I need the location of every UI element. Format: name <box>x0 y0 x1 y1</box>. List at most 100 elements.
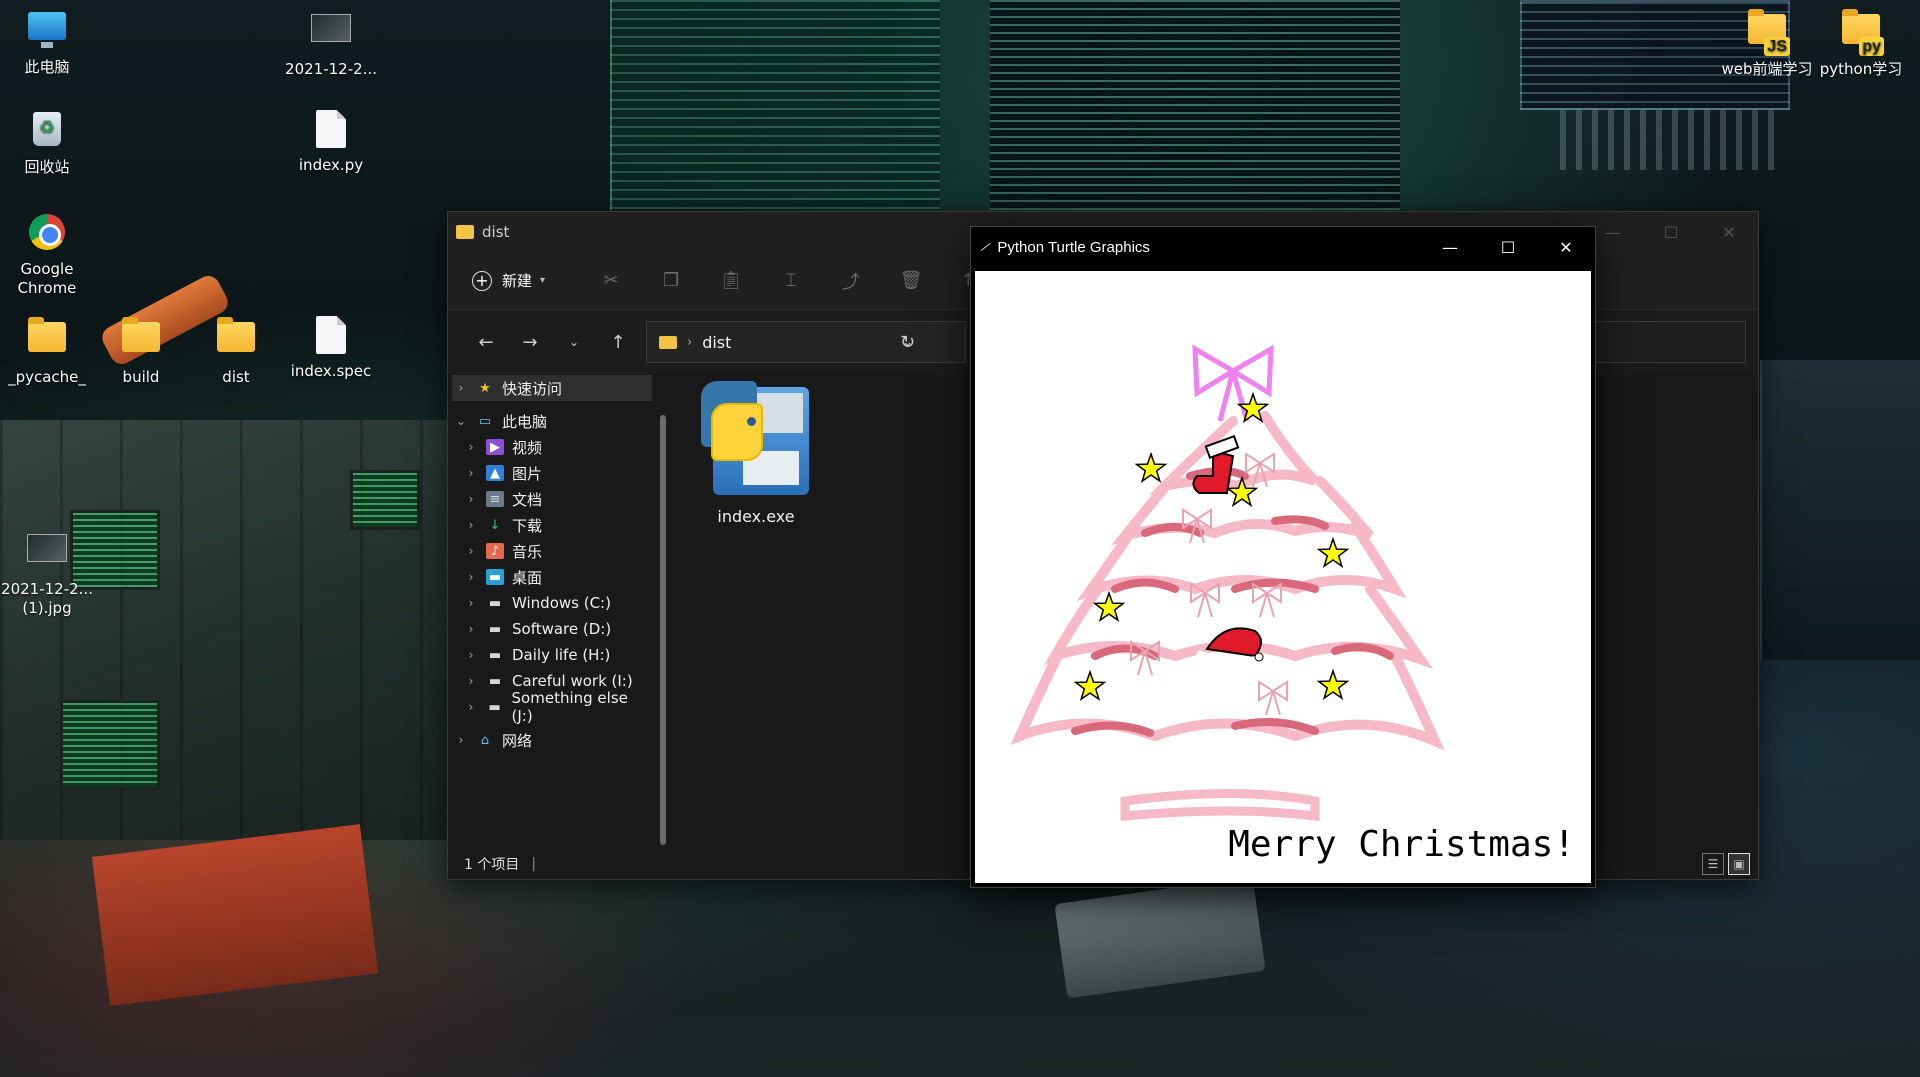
chevron-right-icon[interactable]: › <box>452 733 470 747</box>
file-item-index-exe[interactable]: index.exe <box>698 381 814 526</box>
desktop-icon-index-spec[interactable]: index.spec <box>284 316 378 381</box>
tree-item-label: 网络 <box>502 731 533 750</box>
close-icon[interactable]: ✕ <box>1537 227 1595 267</box>
address-bar[interactable]: › dist ⌄ <box>646 321 966 363</box>
desktop-icon-dist[interactable]: dist <box>189 316 283 387</box>
download-icon: ↓ <box>489 517 501 533</box>
python-exe-icon <box>701 381 811 499</box>
chevron-right-icon[interactable]: › <box>452 381 470 395</box>
tree-item-label: 音乐 <box>512 542 543 561</box>
tree-item[interactable]: › ▬ Software (D:) <box>462 616 652 642</box>
chevron-down-icon: ▾ <box>540 275 546 286</box>
navigation-scrollbar[interactable] <box>660 415 666 845</box>
desktop-icon-screenshot-jpg[interactable]: 2021-12-2... (1).jpg <box>0 528 94 618</box>
python-file-icon <box>310 110 352 150</box>
document-icon: ≡ <box>486 491 504 507</box>
share-icon[interactable]: ⤴ <box>821 268 881 294</box>
refresh-icon[interactable]: ↻ <box>900 332 915 353</box>
chevron-right-icon[interactable]: › <box>462 466 480 480</box>
image-icon <box>310 14 352 54</box>
tree-item-label: 快速访问 <box>502 379 563 398</box>
close-icon[interactable]: ✕ <box>1700 212 1758 252</box>
desktop-icon-recycle-bin[interactable]: 回收站 <box>0 110 94 177</box>
desktop-icon-label: index.py <box>298 156 364 174</box>
desktop-icon-label: python学习 <box>1819 60 1903 78</box>
minimize-icon[interactable]: — <box>1421 227 1479 267</box>
breadcrumb-dist[interactable]: dist <box>702 333 731 352</box>
maximize-icon[interactable]: ☐ <box>1479 227 1537 267</box>
computer-icon <box>26 12 68 52</box>
computer-icon: ▭ <box>478 413 492 429</box>
chevron-right-icon[interactable]: › <box>462 622 480 636</box>
tree-item[interactable]: › ▬ Something else (J:) <box>462 689 652 725</box>
recent-chevron-icon[interactable]: ⌄ <box>552 335 596 349</box>
chevron-right-icon[interactable]: › <box>462 570 480 584</box>
star-ornament <box>1092 590 1126 622</box>
tree-item-label: 文档 <box>512 490 543 509</box>
tree-shadow <box>1071 721 1154 737</box>
chevron-right-icon[interactable]: › <box>462 492 480 506</box>
wallpaper-keyboard <box>1560 110 1780 170</box>
folder-icon <box>456 225 474 239</box>
tree-item[interactable]: › ↓ 下载 <box>462 512 652 538</box>
drive-icon: ▬ <box>488 647 502 663</box>
forward-arrow-icon[interactable]: → <box>508 332 552 353</box>
desktop-icon-chrome[interactable]: Google Chrome <box>0 212 94 298</box>
chevron-right-icon[interactable]: › <box>462 518 480 532</box>
tree-item[interactable]: › ★ 快速访问 <box>452 375 652 401</box>
desktop-icon: ▬ <box>486 569 504 585</box>
folder-icon <box>215 317 257 362</box>
desktop-icon-label: web前端学习 <box>1721 60 1813 78</box>
chevron-right-icon[interactable]: › <box>462 700 480 714</box>
drive-icon: ▬ <box>488 595 502 611</box>
desktop-icon-label: 2021-12-2... (1).jpg <box>1 580 93 617</box>
chevron-right-icon[interactable]: › <box>462 674 480 688</box>
tree-item[interactable]: › ▶ 视频 <box>462 434 652 460</box>
desktop-icon-label: _pycache_ <box>8 368 86 386</box>
star-ornament <box>1316 668 1350 700</box>
up-arrow-icon[interactable]: ↑ <box>596 332 640 353</box>
large-icons-view-icon[interactable]: ▣ <box>1728 853 1750 875</box>
cut-icon[interactable]: ✂ <box>581 270 641 291</box>
plus-icon: + <box>472 270 492 291</box>
drive-icon: ▬ <box>488 621 502 637</box>
network-icon: ⌂ <box>480 732 490 748</box>
desktop-icon-index-py[interactable]: index.py <box>284 110 378 175</box>
paste-icon[interactable]: 📋︎ <box>701 270 761 291</box>
desktop-icon-label: 回收站 <box>24 158 70 176</box>
tree-item[interactable]: › ▬ 桌面 <box>462 564 652 590</box>
tree-item-label: 桌面 <box>512 568 543 587</box>
desktop-icon-this-pc[interactable]: 此电脑 <box>0 8 94 77</box>
merry-christmas-text: Merry Christmas! <box>1228 824 1575 865</box>
tree-item[interactable]: › ▬ Windows (C:) <box>462 590 652 616</box>
desktop-icon-screenshot[interactable]: 2021-12-2... <box>284 8 378 79</box>
chevron-down-icon[interactable]: ⌄ <box>452 414 470 428</box>
tree-item-label: 下载 <box>512 516 543 535</box>
chevron-right-icon[interactable]: › <box>462 440 480 454</box>
chevron-right-icon[interactable]: › <box>462 544 480 558</box>
turtle-canvas[interactable]: Merry Christmas! <box>975 271 1591 883</box>
star-ornament <box>1134 451 1168 483</box>
delete-icon[interactable]: 🗑︎ <box>881 270 941 291</box>
chevron-right-icon[interactable]: › <box>462 648 480 662</box>
copy-icon[interactable]: ❐ <box>641 270 701 291</box>
tree-item[interactable]: › ≡ 文档 <box>462 486 652 512</box>
maximize-icon[interactable]: ☐ <box>1642 212 1700 252</box>
js-folder-icon: JS <box>1746 9 1790 56</box>
file-name: index.exe <box>717 507 795 526</box>
back-arrow-icon[interactable]: ← <box>464 332 508 353</box>
tree-item[interactable]: ⌄ ▭ 此电脑 <box>452 408 652 434</box>
tree-item[interactable]: › ▬ Daily life (H:) <box>462 642 652 668</box>
details-view-icon[interactable]: ☰ <box>1702 853 1724 875</box>
tree-item[interactable]: › ⌂ 网络 <box>452 727 652 753</box>
new-button-label: 新建 <box>502 272 533 290</box>
chevron-right-icon[interactable]: › <box>462 596 480 610</box>
tree-item[interactable]: › ♪ 音乐 <box>462 538 652 564</box>
desktop-icon-build[interactable]: build <box>94 316 188 387</box>
wallpaper-terminal <box>990 0 1400 210</box>
rename-icon[interactable]: ⌶ <box>761 270 821 291</box>
tree-item[interactable]: › ▲ 图片 <box>462 460 652 486</box>
new-button[interactable]: + 新建 ▾ <box>472 270 545 291</box>
desktop-icon-pycache[interactable]: _pycache_ <box>0 316 94 387</box>
desktop-icon-python-folder[interactable]: py python学习 <box>1806 8 1916 79</box>
